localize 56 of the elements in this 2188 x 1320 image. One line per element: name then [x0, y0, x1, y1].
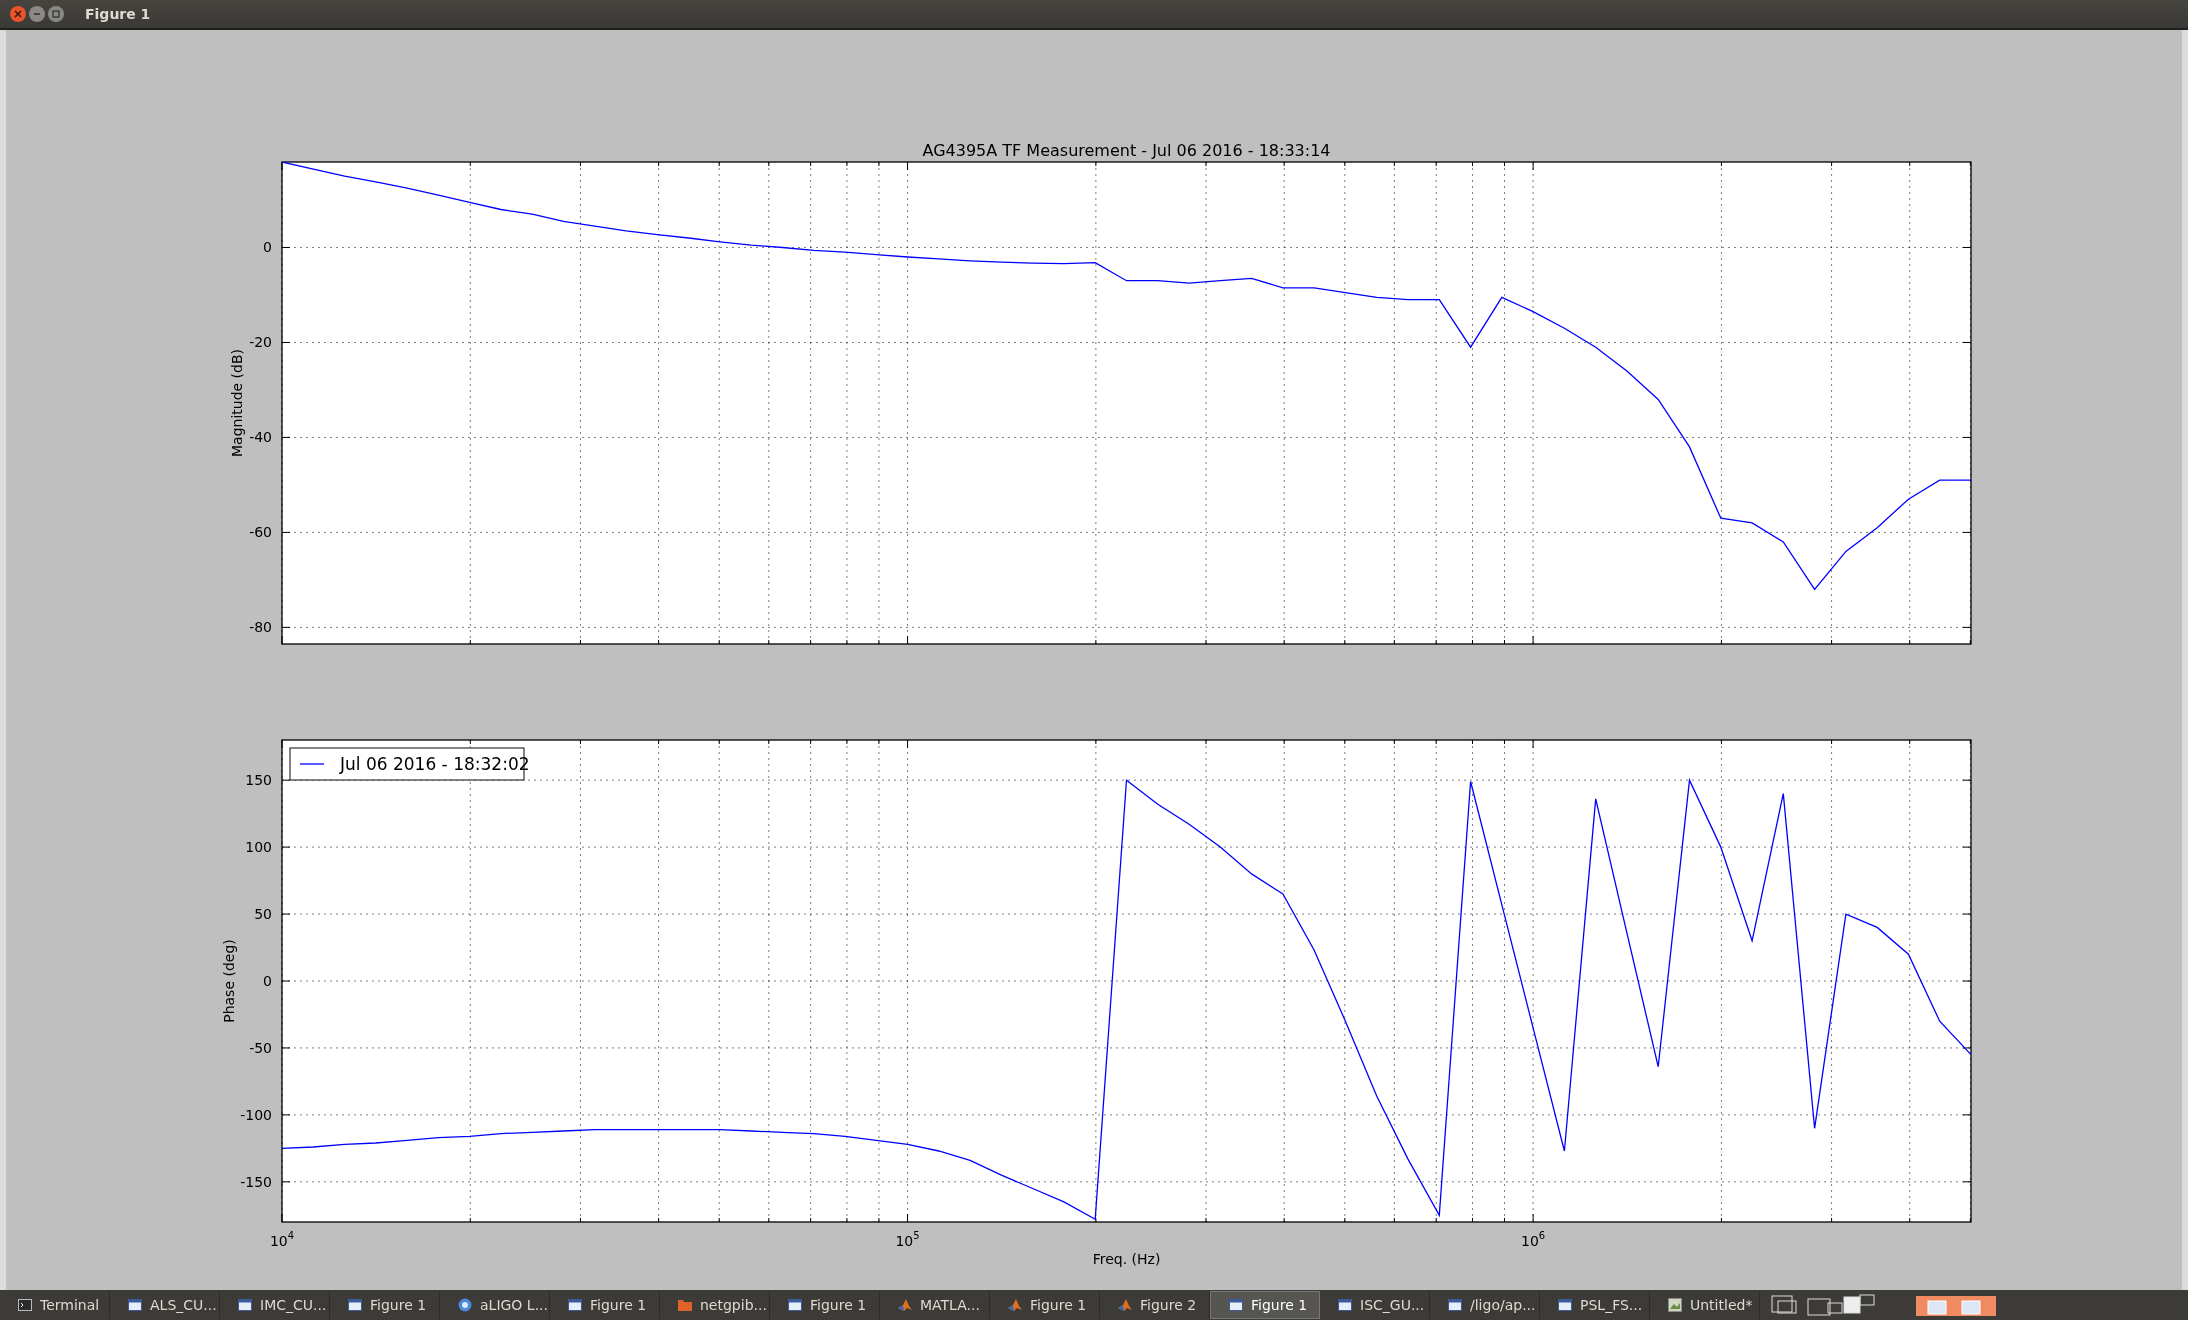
peak-icon [898, 1298, 912, 1312]
legend-label: Jul 06 2016 - 18:32:02 [339, 754, 530, 774]
taskbar-item[interactable]: Figure 1 [330, 1291, 440, 1319]
tick-label: -20 [249, 334, 272, 351]
taskbar-item[interactable]: ALS_CU... [110, 1291, 220, 1319]
window-icon [1558, 1299, 1572, 1311]
window-title: Figure 1 [85, 6, 151, 22]
window-icon [1338, 1299, 1352, 1311]
window-icon [788, 1299, 802, 1311]
axis-label: Phase (deg) [221, 939, 237, 1023]
peak-icon [1118, 1298, 1132, 1312]
legend: Jul 06 2016 - 18:32:02 [289, 747, 530, 781]
image-icon [1668, 1298, 1682, 1312]
tick-label: -150 [240, 1173, 272, 1190]
tick-label: -50 [249, 1039, 272, 1056]
taskbar-item[interactable]: Figure 1 [1210, 1291, 1320, 1319]
taskbar-item[interactable]: netgpib... [660, 1291, 770, 1319]
taskbar-item[interactable]: Figure 1 [770, 1291, 880, 1319]
window-icon [568, 1299, 582, 1311]
close-icon[interactable] [10, 6, 26, 22]
taskbar-item[interactable]: Figure 1 [550, 1291, 660, 1319]
tick-label: 10$^{6}$ [1521, 1230, 1546, 1249]
tick-label: 0 [263, 973, 272, 989]
tick-label: -40 [249, 429, 272, 446]
tick-label: 10$^{5}$ [895, 1230, 920, 1249]
window-icon [238, 1299, 252, 1311]
maximize-icon[interactable] [48, 6, 64, 22]
globe-icon [458, 1298, 472, 1312]
chart-title: AG4395A TF Measurement - Jul 06 2016 - 18:33:14 [922, 141, 1331, 160]
window-icon [348, 1299, 362, 1311]
folder-icon [678, 1299, 692, 1311]
axis-label: Magnitude (dB) [229, 349, 245, 457]
taskbar-item[interactable]: Figure 1 [990, 1291, 1100, 1319]
tick-label: 50 [254, 906, 272, 923]
taskbar-item[interactable]: PSL_FS... [1540, 1291, 1650, 1319]
tick-label: 100 [245, 839, 272, 856]
tick-label: 10$^{4}$ [269, 1230, 295, 1249]
taskbar-item[interactable]: /ligo/ap... [1430, 1291, 1540, 1319]
minimize-icon[interactable] [29, 6, 45, 22]
taskbar-item[interactable]: ISC_GU... [1320, 1291, 1430, 1319]
axis-label: Freq. (Hz) [1092, 1251, 1161, 1267]
window-icon [1229, 1299, 1243, 1311]
tick-label: 0 [263, 239, 272, 256]
terminal-icon [18, 1299, 32, 1311]
tick-label: -80 [249, 619, 272, 636]
taskbar-item[interactable]: aLIGO L... [440, 1291, 550, 1319]
taskbar-item[interactable]: Untitled* [1650, 1291, 1760, 1319]
tick-label: -60 [249, 524, 272, 541]
peak-icon [1008, 1298, 1022, 1312]
taskbar-item[interactable]: IMC_CU... [220, 1291, 330, 1319]
window-icon [128, 1299, 142, 1311]
taskbar-item[interactable]: Terminal [0, 1291, 110, 1319]
window-icon [1448, 1299, 1462, 1311]
taskbar-item[interactable]: MATLA... [880, 1291, 990, 1319]
tick-label: -100 [240, 1106, 272, 1123]
tick-label: 150 [245, 772, 272, 789]
